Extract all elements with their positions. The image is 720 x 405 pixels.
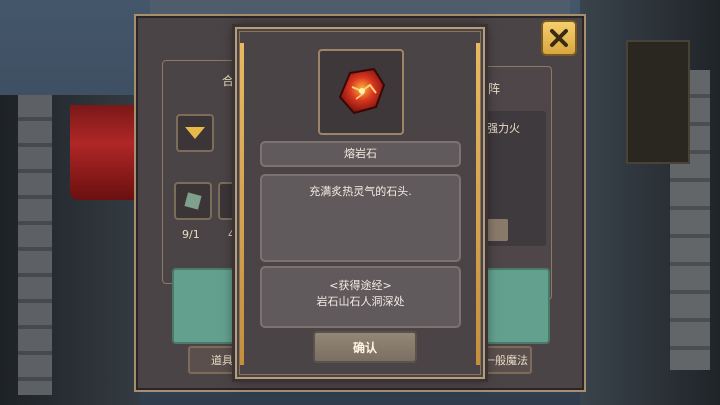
item-source-title: <获得途经> bbox=[329, 279, 392, 292]
stone-pillar bbox=[18, 95, 52, 395]
item-info-popup: 熔岩石 充满炙热灵气的石头. <获得途经> 岩石山石人洞深处 确认 bbox=[235, 27, 485, 379]
close-button[interactable] bbox=[541, 20, 577, 56]
close-icon bbox=[550, 29, 568, 47]
material-count: 4 bbox=[228, 228, 235, 241]
gold-rail bbox=[240, 43, 244, 365]
gold-rail bbox=[476, 43, 480, 365]
item-description: 充满炙热灵气的石头. bbox=[260, 174, 461, 262]
tab-general-magic[interactable]: 一般魔法 bbox=[480, 346, 532, 374]
recipe-frame bbox=[162, 60, 244, 284]
magic-select-button[interactable] bbox=[484, 219, 508, 241]
lava-stone-icon bbox=[338, 67, 386, 115]
recipe-dropdown-button[interactable] bbox=[176, 114, 214, 152]
material-count: 9/1 bbox=[182, 228, 200, 241]
bookshelf bbox=[626, 40, 690, 164]
red-curtain bbox=[70, 105, 140, 200]
item-source-location: 岩石山石人洞深处 bbox=[316, 295, 405, 308]
item-name: 熔岩石 bbox=[260, 141, 461, 167]
panel-header-left: 合 bbox=[222, 74, 235, 88]
item-icon-frame bbox=[318, 49, 404, 135]
triangle-down-icon bbox=[185, 127, 205, 139]
confirm-button[interactable]: 确认 bbox=[313, 331, 417, 363]
material-slot[interactable] bbox=[174, 182, 212, 220]
material-icon bbox=[184, 192, 202, 210]
item-source-box: <获得途经> 岩石山石人洞深处 bbox=[260, 266, 461, 328]
